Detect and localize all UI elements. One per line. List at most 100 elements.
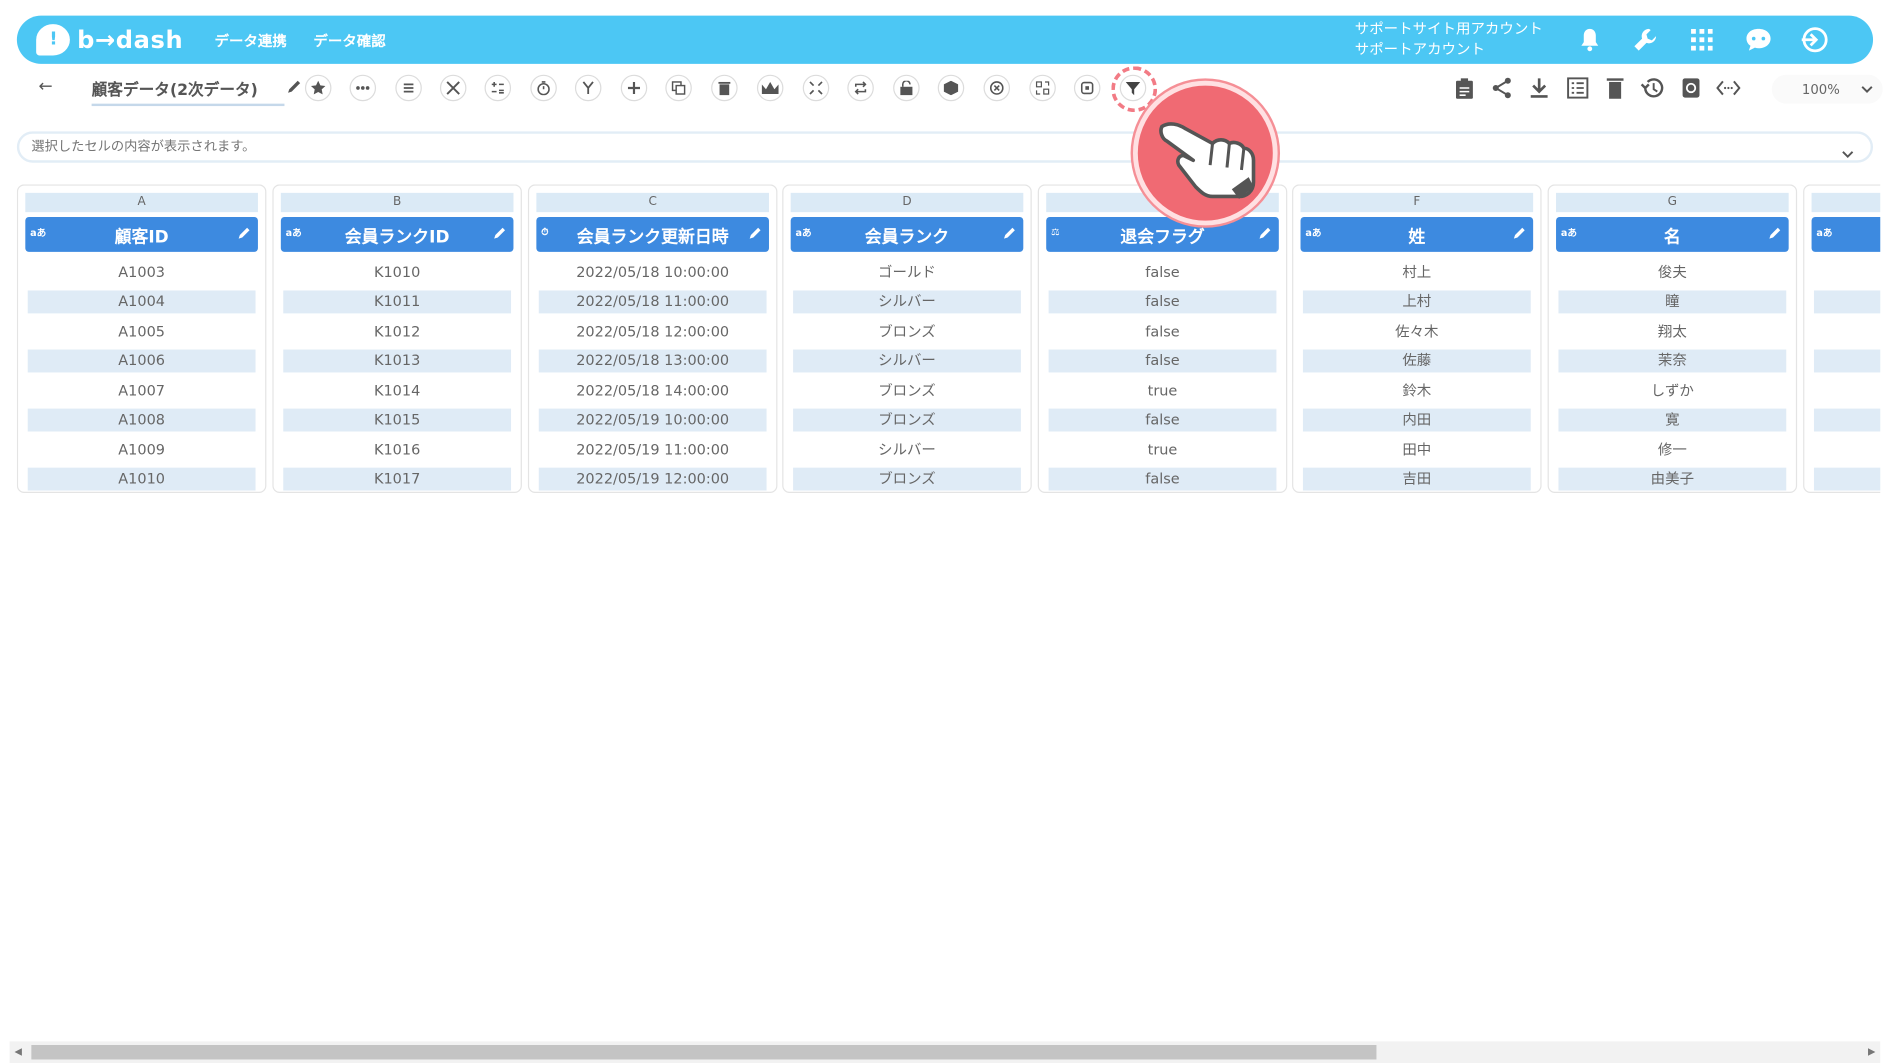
chat-support-icon[interactable]	[1744, 25, 1773, 54]
column-letter[interactable]: D	[790, 192, 1024, 213]
column-2[interactable]: Baあ 会員ランクID K1010 K1011 K1012 K1013 K1014 K1015…	[272, 184, 522, 493]
edit-column-icon[interactable]	[1003, 225, 1017, 244]
edit-column-icon[interactable]	[1258, 225, 1272, 244]
table-cell[interactable]: A1005	[28, 321, 256, 344]
column-8[interactable]: aあ	[1803, 184, 1881, 493]
table-cell[interactable]: 由美子	[1558, 467, 1787, 491]
scrollbar-thumb[interactable]	[31, 1044, 1377, 1060]
repeat-icon[interactable]	[847, 74, 874, 102]
table-cell[interactable]: 2022/05/19 12:00:00	[538, 467, 767, 491]
cell-content-input[interactable]	[31, 138, 1816, 155]
table-cell[interactable]: ブロンズ	[793, 467, 1021, 491]
table-cell[interactable]: 寛	[1558, 408, 1787, 432]
table-cell[interactable]	[1814, 262, 1880, 285]
table-cell[interactable]: 2022/05/18 13:00:00	[538, 349, 767, 373]
table-cell[interactable]: K1011	[283, 290, 512, 314]
clear-circle-icon[interactable]	[983, 74, 1011, 102]
crown-icon[interactable]	[756, 74, 784, 102]
table-cell[interactable]: A1009	[28, 439, 256, 462]
table-cell[interactable]: 村上	[1303, 262, 1531, 285]
table-cell[interactable]: A1003	[28, 262, 256, 285]
logout-icon[interactable]	[1800, 25, 1829, 54]
table-cell[interactable]: 2022/05/18 10:00:00	[539, 262, 767, 285]
back-arrow-icon[interactable]: ←	[39, 77, 53, 96]
column-header[interactable]: aあ 名	[1556, 216, 1789, 252]
column-3[interactable]: C ⏱ 会員ランク更新日時 2022/05/18 10:00:00 2022/05/18…	[527, 184, 778, 493]
table-cell[interactable]: 佐藤	[1302, 349, 1531, 373]
tools-cross-icon[interactable]	[439, 74, 467, 102]
table-cell[interactable]: K1012	[283, 321, 511, 344]
table-cell[interactable]: シルバー	[793, 290, 1021, 314]
column-letter[interactable]	[1811, 192, 1881, 213]
table-cell[interactable]: false	[1048, 467, 1277, 491]
table-cell[interactable]: ブロンズ	[793, 408, 1021, 432]
frame-icon[interactable]	[1073, 74, 1101, 102]
column-header[interactable]: aあ 姓	[1300, 216, 1534, 252]
history-icon[interactable]	[1640, 76, 1664, 100]
table-cell[interactable]	[1814, 439, 1880, 462]
bell-icon[interactable]	[1575, 25, 1604, 54]
column-header[interactable]: aあ	[1811, 216, 1881, 252]
column-6[interactable]: Faあ 姓村上 上村 佐々木 佐藤 鈴木 内田 田中 吉田	[1292, 184, 1542, 493]
table-cell[interactable]: A1010	[27, 467, 256, 491]
zoom-select[interactable]: 100%	[1771, 74, 1883, 104]
table-cell[interactable]: false	[1049, 321, 1277, 344]
table-cell[interactable]: K1010	[283, 262, 511, 285]
table-cell[interactable]	[1813, 349, 1881, 373]
column-header[interactable]: ⚖ 退会フラグ	[1046, 216, 1279, 252]
package-icon[interactable]	[937, 74, 965, 102]
table-cell[interactable]: しずか	[1558, 380, 1786, 403]
add-column-icon[interactable]	[620, 74, 648, 102]
clipboard-icon[interactable]	[1452, 76, 1476, 100]
expand-icon[interactable]	[802, 74, 830, 102]
table-cell[interactable]: A1004	[27, 290, 256, 314]
table-view-icon[interactable]	[1566, 76, 1590, 100]
column-5[interactable]: ⚖ 退会フラグ false false false false true false true f…	[1037, 184, 1288, 493]
table-cell[interactable]: 内田	[1302, 408, 1531, 432]
edit-column-icon[interactable]	[1768, 225, 1782, 244]
table-cell[interactable]: 2022/05/18 11:00:00	[538, 290, 767, 314]
column-4[interactable]: Daあ 会員ランク ゴールド シルバー ブロンズ シルバー ブロンズ ブロンズ シルバー ブロンズ	[782, 184, 1032, 493]
table-cell[interactable]: false	[1048, 349, 1277, 373]
table-cell[interactable]: 2022/05/18 14:00:00	[539, 380, 767, 403]
trash-icon[interactable]	[1603, 76, 1627, 100]
column-letter[interactable]: G	[1556, 192, 1789, 213]
table-cell[interactable]: 俊夫	[1558, 262, 1786, 285]
table-cell[interactable]: 2022/05/19 10:00:00	[538, 408, 767, 432]
table-cell[interactable]: K1017	[283, 467, 512, 491]
table-cell[interactable]: シルバー	[793, 349, 1021, 373]
table-cell[interactable]	[1814, 321, 1880, 344]
table-cell[interactable]: A1006	[27, 349, 256, 373]
unlock-icon[interactable]	[893, 74, 920, 102]
table-cell[interactable]: 瞳	[1558, 290, 1787, 314]
brand-logo[interactable]: ! b→dash	[36, 24, 193, 56]
table-cell[interactable]: ブロンズ	[793, 380, 1021, 403]
table-cell[interactable]	[1814, 380, 1880, 403]
table-cell[interactable]: 修一	[1558, 439, 1786, 462]
table-cell[interactable]: 翔太	[1558, 321, 1786, 344]
column-letter[interactable]: B	[280, 192, 514, 213]
refresh-file-icon[interactable]	[1679, 76, 1703, 100]
table-cell[interactable]: 上村	[1302, 290, 1531, 314]
list-lines-icon[interactable]	[395, 74, 422, 102]
apps-grid-icon[interactable]	[1687, 25, 1716, 54]
delete-column-icon[interactable]	[711, 74, 738, 102]
table-cell[interactable]: K1014	[283, 380, 511, 403]
edit-column-icon[interactable]	[493, 225, 507, 244]
column-header[interactable]: ⏱ 会員ランク更新日時	[536, 216, 769, 252]
table-cell[interactable]	[1813, 290, 1881, 314]
table-cell[interactable]: 田中	[1303, 439, 1531, 462]
column-letter[interactable]: A	[25, 192, 258, 213]
table-cell[interactable]: A1007	[28, 380, 256, 403]
more-options-icon[interactable]	[349, 74, 377, 102]
horizontal-scrollbar[interactable]: ◀ ▶	[9, 1041, 1881, 1063]
table-cell[interactable]: false	[1049, 262, 1277, 285]
table-cell[interactable]: 茉奈	[1558, 349, 1787, 373]
replace-icon[interactable]	[1029, 74, 1056, 102]
table-cell[interactable]: 2022/05/18 12:00:00	[539, 321, 767, 344]
column-header[interactable]: aあ 顧客ID	[25, 216, 258, 252]
table-cell[interactable]	[1813, 467, 1881, 491]
data-title[interactable]: 顧客データ(2次データ)	[91, 77, 285, 107]
chevron-down-icon[interactable]	[1842, 141, 1854, 164]
table-cell[interactable]: A1008	[27, 408, 256, 432]
